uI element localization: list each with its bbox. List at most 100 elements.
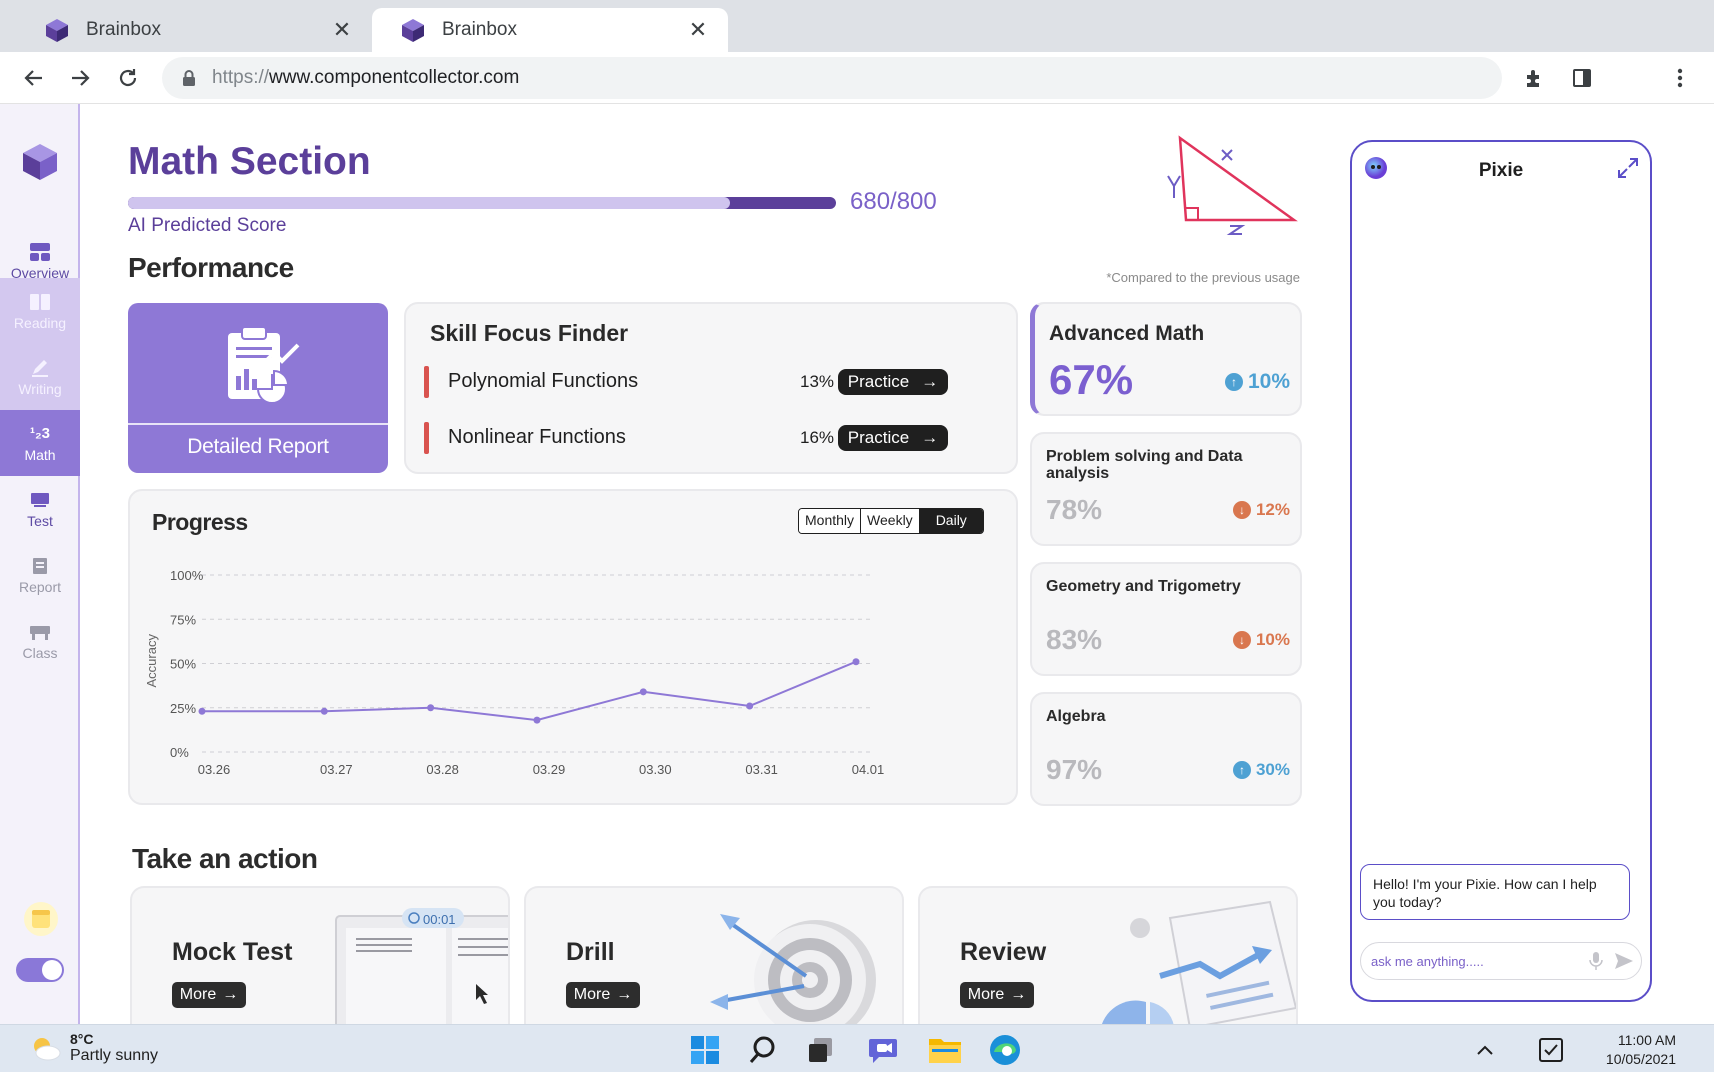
- chevron-up-icon[interactable]: [1468, 1033, 1502, 1067]
- teams-chat-icon[interactable]: [866, 1033, 900, 1067]
- data-point: [852, 658, 860, 666]
- brainbox-logo-icon[interactable]: [20, 142, 60, 182]
- x-tick-label: 03.27: [320, 762, 353, 777]
- expand-icon[interactable]: [1616, 156, 1640, 180]
- sidebar-item-class[interactable]: Class: [0, 608, 80, 674]
- section-title-take-action: Take an action: [132, 843, 318, 874]
- y-axis-label: Accuracy: [144, 634, 159, 688]
- action-card-review[interactable]: Review More →: [918, 886, 1298, 1026]
- stat-name: Problem solving and Data analysis: [1046, 448, 1243, 482]
- edge-browser-icon[interactable]: [988, 1033, 1022, 1067]
- sidebar-item-test[interactable]: Test: [0, 476, 80, 542]
- windows-start-icon[interactable]: [688, 1033, 722, 1067]
- arrow-right-icon: →: [921, 372, 939, 391]
- send-icon[interactable]: [1613, 950, 1635, 972]
- weather-temp: 8°C: [70, 1031, 94, 1047]
- arrow-down-icon: ↓: [1232, 501, 1251, 519]
- browser-toolbar: https://www.componentcollector.com: [0, 52, 1714, 104]
- stat-change: ↓ 12%: [1232, 500, 1290, 520]
- skill-percent: 16%: [800, 428, 835, 447]
- sidebar-item-writing[interactable]: Writing: [0, 344, 80, 410]
- pencil-icon: [29, 358, 51, 378]
- microphone-icon[interactable]: [1585, 950, 1607, 972]
- address-bar[interactable]: https://www.componentcollector.com: [162, 57, 1502, 99]
- sidebar-item-math[interactable]: ¹₂3 Math: [0, 410, 80, 476]
- more-button[interactable]: More →: [172, 982, 246, 1008]
- clipboard-report-icon: [228, 326, 300, 404]
- search-icon[interactable]: [746, 1033, 780, 1067]
- progress-card: Progress Monthly Weekly Daily 0% 25% 50% 75…: [128, 489, 1018, 805]
- left-sidebar: Overview Reading Writing ¹₂3 Math Test R…: [0, 104, 80, 1024]
- x-tick-label: 03.30: [639, 762, 672, 777]
- close-tab-icon[interactable]: ✕: [330, 17, 354, 43]
- browser-tab-bar: Brainbox ✕ Brainbox ✕: [0, 0, 1714, 52]
- extensions-icon[interactable]: [1520, 64, 1548, 92]
- clock-date: 10/05/2021: [1605, 1051, 1676, 1067]
- skill-name: Polynomial Functions: [448, 370, 639, 392]
- arrow-right-icon: →: [222, 986, 239, 1003]
- stat-name: Advanced Math: [1049, 322, 1205, 345]
- back-icon[interactable]: [18, 62, 50, 94]
- browser-tab-1[interactable]: Brainbox ✕: [16, 8, 372, 52]
- y-tick-label: 100%: [170, 568, 204, 583]
- practice-button[interactable]: Practice →: [838, 369, 948, 395]
- action-card-mock-test[interactable]: Mock Test More → 00:01: [130, 886, 510, 1026]
- reload-icon[interactable]: [112, 62, 144, 94]
- score-progress-fill: [128, 197, 730, 209]
- more-button[interactable]: More →: [566, 982, 640, 1008]
- sidebar-item-label: Class: [22, 644, 58, 661]
- forward-icon[interactable]: [64, 62, 96, 94]
- detailed-report-button[interactable]: Detailed Report: [128, 303, 388, 473]
- pixie-chat-input[interactable]: ask me anything.....: [1360, 942, 1642, 980]
- x-tick-label: 03.31: [745, 762, 778, 777]
- action-card-drill[interactable]: Drill More →: [524, 886, 904, 1026]
- skill-name: Nonlinear Functions: [448, 426, 626, 448]
- arrow-right-icon: →: [921, 428, 939, 447]
- score-label: AI Predicted Score: [128, 215, 287, 236]
- stat-card-geometry[interactable]: Geometry and Trigometry 83% ↓ 10%: [1030, 562, 1302, 676]
- arrow-up-icon: ↑: [1232, 761, 1251, 779]
- lock-icon: [183, 70, 195, 86]
- checklist-icon[interactable]: [1534, 1033, 1568, 1067]
- skill-row: Polynomial Functions 13% Practice →: [424, 366, 1004, 398]
- skill-indicator: [424, 366, 429, 398]
- partly-sunny-icon: [34, 1038, 61, 1061]
- sidebar-item-report[interactable]: Report: [0, 542, 80, 608]
- skill-indicator: [424, 422, 429, 454]
- target-illustration: [710, 914, 876, 1026]
- file-explorer-icon[interactable]: [928, 1033, 962, 1067]
- score-progress-bar: [128, 197, 836, 209]
- section-title-performance: Performance: [128, 252, 294, 283]
- data-point: [320, 707, 328, 715]
- sticky-note-icon[interactable]: [24, 902, 58, 936]
- comparison-note: *Compared to the previous usage: [1106, 270, 1300, 285]
- system-clock[interactable]: 11:00 AM 10/05/2021: [1606, 1031, 1676, 1069]
- pixie-chat-panel: Pixie Hello! I'm your Pixie. How can I h…: [1350, 140, 1652, 1002]
- weather-desc: Partly sunny: [70, 1047, 159, 1064]
- math-icon: ¹₂3: [29, 425, 50, 442]
- task-view-icon[interactable]: [804, 1033, 838, 1067]
- more-button[interactable]: More →: [960, 982, 1034, 1008]
- weather-widget[interactable]: 8°C Partly sunny: [28, 1031, 158, 1065]
- sidebar-item-label: Report: [18, 578, 62, 595]
- mock-test-timer: 00:01: [423, 912, 456, 927]
- practice-button[interactable]: Practice →: [838, 425, 948, 451]
- browser-tab-2[interactable]: Brainbox ✕: [372, 8, 728, 52]
- stat-card-problem-solving[interactable]: Problem solving and Data analysis 78% ↓ 1…: [1030, 432, 1302, 546]
- stat-name: Algebra: [1046, 708, 1106, 725]
- data-point: [427, 704, 435, 712]
- os-taskbar: 8°C Partly sunny 11:00 AM 10/05/2021: [0, 1024, 1714, 1072]
- close-tab-icon[interactable]: ✕: [686, 17, 710, 43]
- x-tick-label: 04.01: [852, 762, 885, 777]
- side-panel-icon[interactable]: [1568, 64, 1596, 92]
- stat-card-algebra[interactable]: Algebra 97% ↑ 30%: [1030, 692, 1302, 806]
- y-tick-label: 0%: [170, 745, 189, 760]
- menu-dots-icon[interactable]: [1666, 64, 1694, 92]
- book-icon: [29, 292, 51, 312]
- stat-change: ↓ 10%: [1232, 630, 1290, 650]
- theme-toggle[interactable]: [16, 958, 64, 982]
- stat-value: 67%: [1049, 356, 1134, 403]
- stat-card-advanced-math[interactable]: Advanced Math 67% ↑ 10%: [1030, 302, 1302, 416]
- stat-value: 78%: [1046, 494, 1103, 525]
- sidebar-item-reading[interactable]: Reading: [0, 278, 80, 344]
